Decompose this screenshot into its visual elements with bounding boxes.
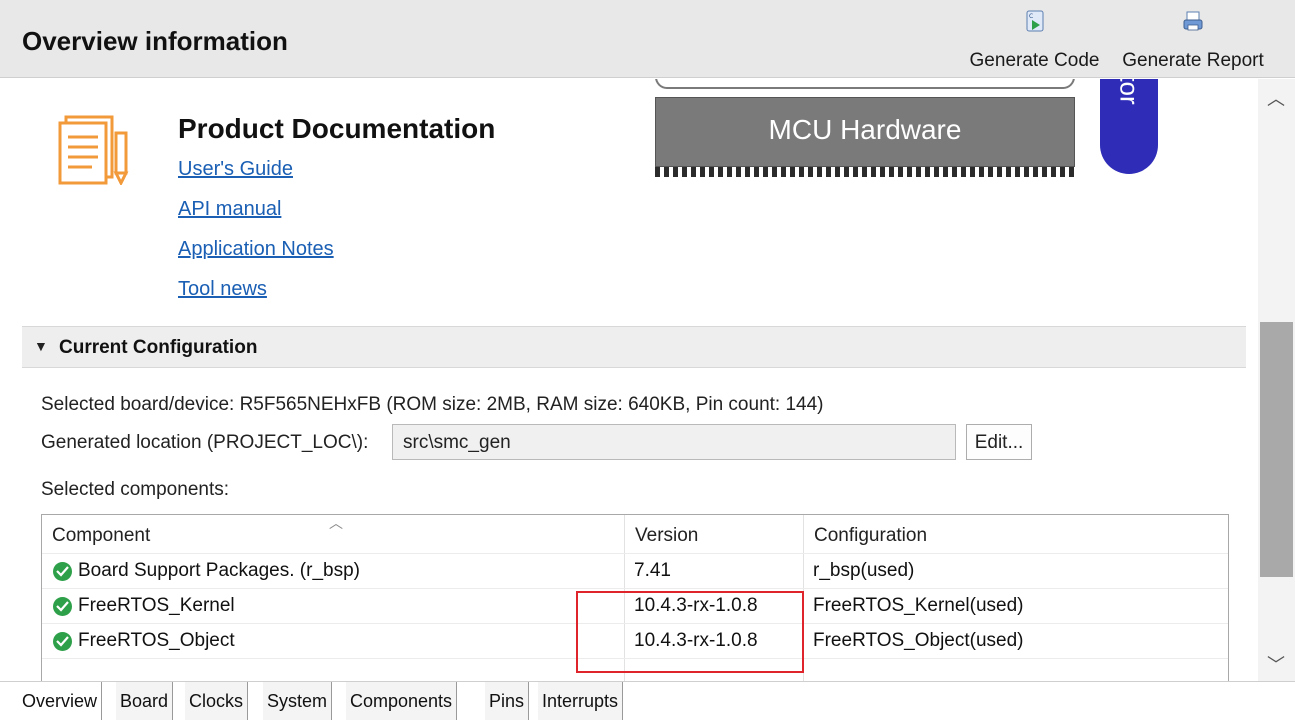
tab-interrupts[interactable]: Interrupts xyxy=(538,682,624,720)
tab-system[interactable]: System xyxy=(263,682,333,720)
mcu-hardware-block: MCU Hardware xyxy=(655,97,1075,167)
column-header-version[interactable]: Version xyxy=(625,515,708,553)
users-guide-link[interactable]: User's Guide xyxy=(178,158,293,181)
scrollbar-thumb[interactable] xyxy=(1260,322,1293,577)
generate-code-label: Generate Code xyxy=(969,50,1100,71)
chip-top-outline xyxy=(655,79,1075,89)
svg-text:C: C xyxy=(1029,13,1033,20)
api-manual-link[interactable]: API manual xyxy=(178,198,281,221)
component-configuration: r_bsp(used) xyxy=(813,560,915,581)
component-version: 7.41 xyxy=(634,560,671,581)
hardware-diagram: MCU Hardware tor xyxy=(640,79,1180,209)
editor-header: Overview information C Generate Code Gen… xyxy=(0,0,1295,78)
tab-pins[interactable]: Pins xyxy=(485,682,530,720)
tab-overview[interactable]: Overview xyxy=(18,682,103,720)
generate-code-icon: C xyxy=(1026,10,1043,32)
document-pencil-icon xyxy=(58,115,129,185)
chip-pins xyxy=(655,167,1075,177)
component-name: Board Support Packages. (r_bsp) xyxy=(78,560,360,581)
selected-board-text: Selected board/device: R5F565NEHxFB (ROM… xyxy=(41,394,824,415)
edit-button[interactable]: Edit... xyxy=(966,424,1032,460)
overview-content: Product Documentation User's Guide API m… xyxy=(0,79,1258,681)
collapse-triangle-icon: ▼ xyxy=(34,338,48,354)
generated-location-field[interactable]: src\smc_gen xyxy=(392,424,956,460)
current-configuration-header[interactable]: ▼ Current Configuration xyxy=(22,326,1246,368)
sort-ascending-icon: ︿ xyxy=(329,515,343,531)
check-circle-icon xyxy=(53,562,72,581)
generate-report-label: Generate Report xyxy=(1122,50,1264,71)
column-header-configuration[interactable]: Configuration xyxy=(804,515,937,553)
check-circle-icon xyxy=(53,632,72,651)
mcu-hardware-label: MCU Hardware xyxy=(768,114,962,145)
emulator-label: tor xyxy=(1114,79,1145,105)
version-highlight-box xyxy=(576,591,804,673)
tab-board[interactable]: Board xyxy=(116,682,174,720)
editor-tabs: Overview Board Clocks System Components … xyxy=(0,681,1295,720)
application-notes-link[interactable]: Application Notes xyxy=(178,238,334,261)
tab-clocks[interactable]: Clocks xyxy=(185,682,249,720)
generate-report-button[interactable]: Generate Report xyxy=(1114,6,1272,72)
generate-code-button[interactable]: C Generate Code xyxy=(958,6,1111,72)
tool-news-link[interactable]: Tool news xyxy=(178,278,267,301)
page-title: Overview information xyxy=(22,26,288,56)
component-configuration: FreeRTOS_Object(used) xyxy=(813,630,1024,651)
component-configuration: FreeRTOS_Kernel(used) xyxy=(813,595,1024,616)
component-name: FreeRTOS_Object xyxy=(78,630,235,651)
generate-report-icon xyxy=(1183,11,1203,31)
table-row[interactable]: Board Support Packages. (r_bsp) 7.41 r_b… xyxy=(42,553,1228,588)
generated-location-label: Generated location (PROJECT_LOC\): xyxy=(41,432,369,453)
vertical-scrollbar[interactable]: ︿ ﹀ xyxy=(1258,79,1295,681)
column-header-component[interactable]: Component xyxy=(42,515,160,553)
product-documentation-title: Product Documentation xyxy=(178,113,496,144)
current-configuration-title: Current Configuration xyxy=(59,337,258,358)
scroll-up-icon[interactable]: ︿ xyxy=(1267,85,1285,111)
selected-components-label: Selected components: xyxy=(41,479,230,500)
emulator-pill: tor xyxy=(1100,79,1158,174)
scroll-down-icon[interactable]: ﹀ xyxy=(1267,651,1285,677)
tab-components[interactable]: Components xyxy=(346,682,458,720)
component-name: FreeRTOS_Kernel xyxy=(78,595,235,616)
check-circle-icon xyxy=(53,597,72,616)
